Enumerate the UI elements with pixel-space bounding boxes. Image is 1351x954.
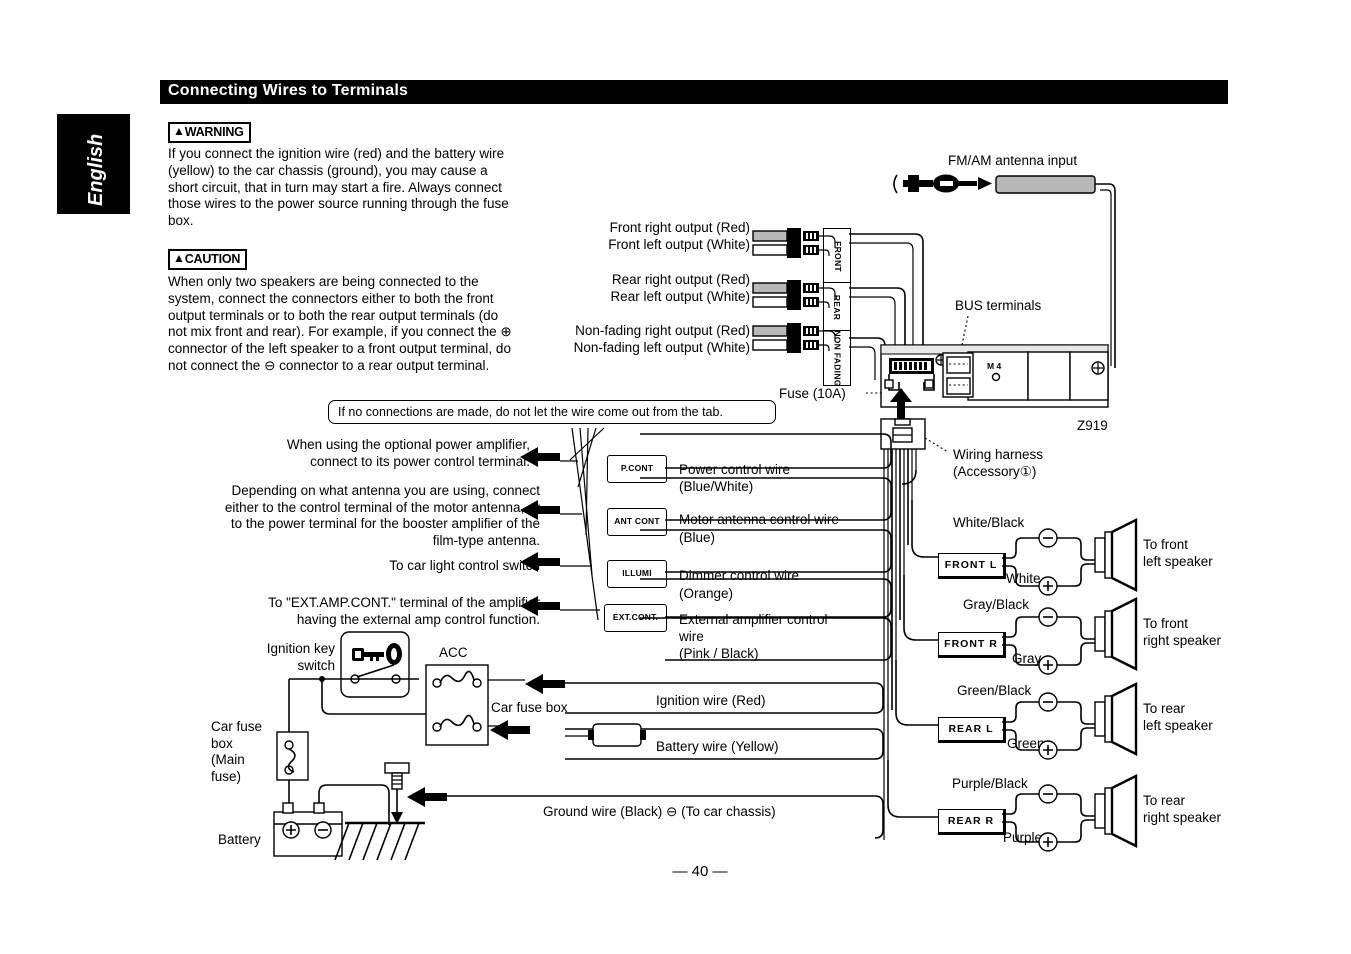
ignition-key-switch-icon	[340, 631, 410, 698]
control-callout-arrows	[520, 447, 560, 616]
battery-icon	[273, 802, 343, 857]
bus-leader-line	[961, 315, 969, 346]
rca-plug-rear	[752, 280, 836, 310]
control-wire-strands	[560, 427, 605, 621]
acc-feed-lines	[488, 679, 525, 727]
speaker-wiring-front-left	[1002, 518, 1138, 596]
wiring-diagram-artwork: M 4	[273, 174, 1138, 861]
m4-screw-label: M 4	[987, 361, 1001, 371]
antenna-plug-icon	[893, 174, 992, 194]
speaker-wiring-front-right	[1002, 597, 1138, 675]
harness-leader-line	[924, 437, 949, 453]
power-wire-outlines	[440, 682, 884, 839]
rca-plug-nonfading	[752, 323, 836, 353]
antenna-socket-icon	[995, 175, 1096, 194]
speaker-wiring-rear-right	[1002, 774, 1138, 852]
acc-fuse-box-icon	[425, 664, 489, 746]
rca-plug-front	[752, 228, 836, 258]
battery-wiring	[288, 676, 426, 825]
head-unit-chassis	[880, 344, 1109, 408]
antenna-cable	[1095, 183, 1116, 368]
chassis-ground-icon	[334, 762, 425, 861]
inline-fuse-icon	[588, 723, 646, 747]
main-fuse-icon	[276, 731, 309, 781]
control-wire-outlines	[640, 433, 892, 661]
speaker-wiring-rear-left	[1002, 682, 1138, 760]
